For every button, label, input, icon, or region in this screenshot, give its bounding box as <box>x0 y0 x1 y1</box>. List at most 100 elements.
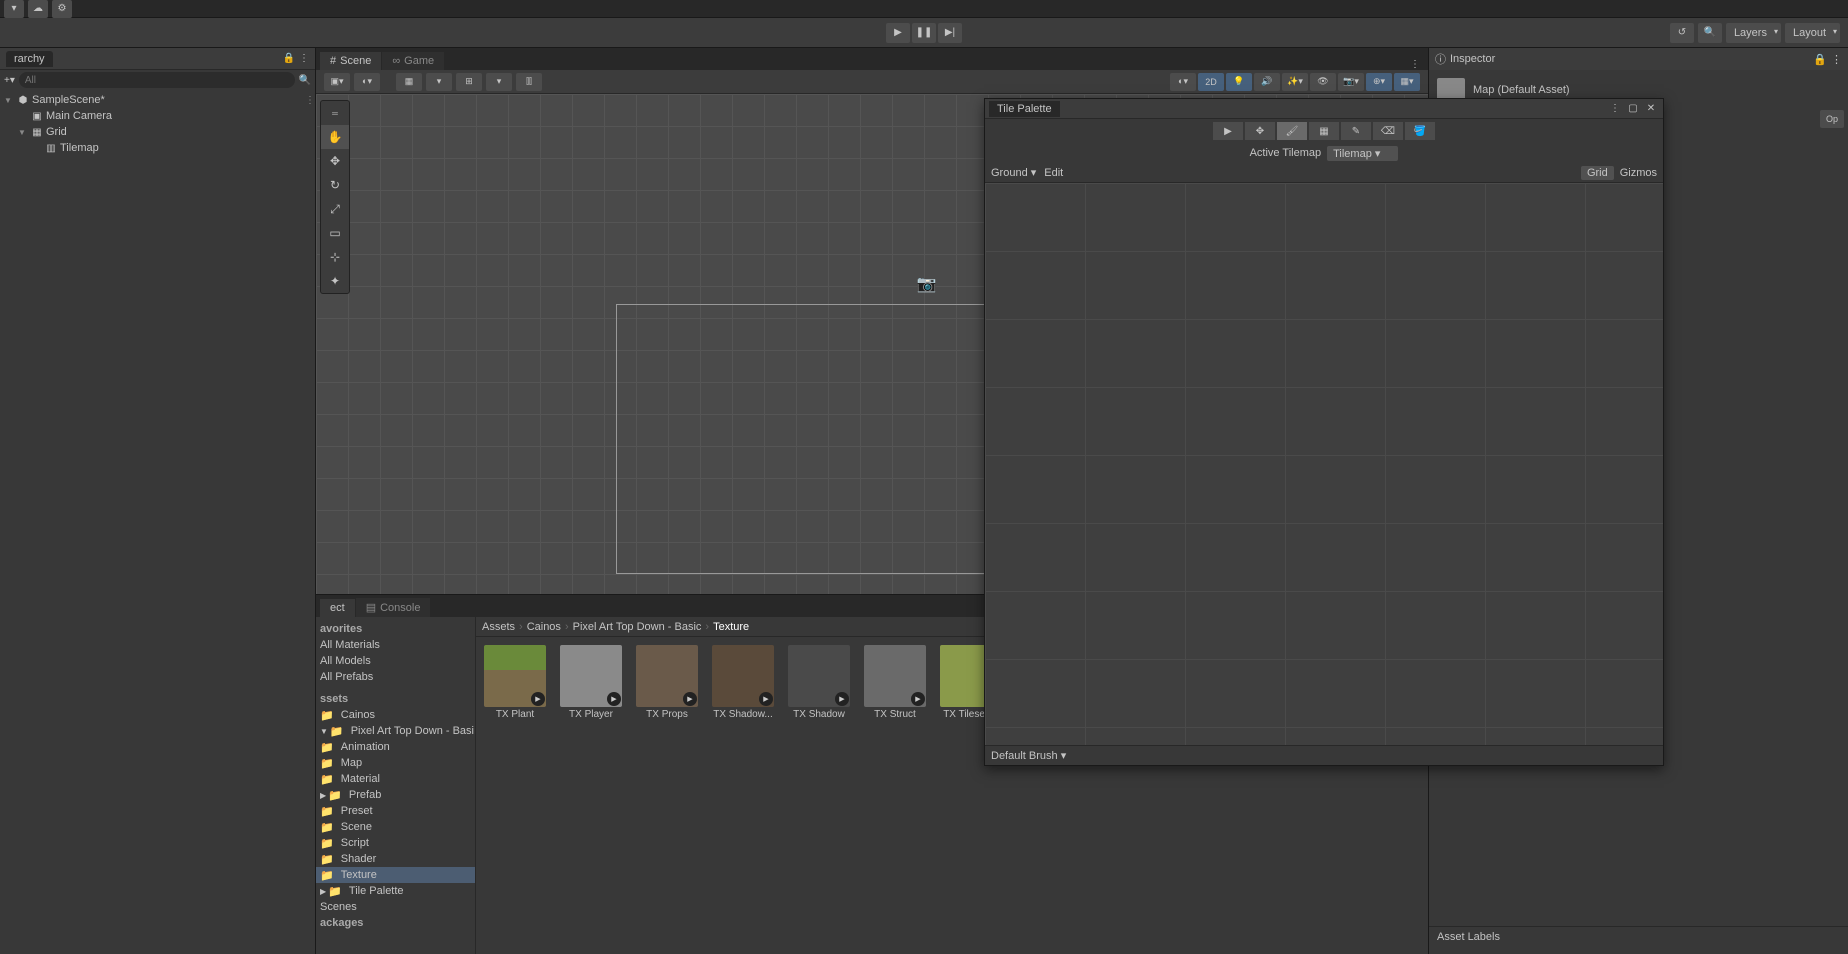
grid-toggle[interactable]: Grid <box>1581 166 1614 180</box>
folder-item[interactable]: 📁 Map <box>316 755 475 771</box>
layers-dropdown[interactable]: Layers <box>1726 23 1781 43</box>
box-tool[interactable]: ▦ <box>1309 122 1339 140</box>
brush-tool[interactable]: 🖌 <box>1277 122 1307 140</box>
packages-header[interactable]: ackages <box>316 915 475 931</box>
move-tool[interactable]: ✥ <box>1245 122 1275 140</box>
overlay-dropdown[interactable]: ▦▾ <box>1394 73 1420 91</box>
folder-item[interactable]: Scenes <box>316 899 475 915</box>
folder-item[interactable]: 📁 Material <box>316 771 475 787</box>
expand-icon[interactable]: ▶ <box>607 692 621 706</box>
camera-gizmo-icon[interactable]: 📷 <box>916 274 936 294</box>
menu-icon[interactable]: ⋮ <box>299 53 309 64</box>
hidden-toggle[interactable]: 👁 <box>1310 73 1336 91</box>
tile-palette-window[interactable]: Tile Palette ⋮ ▢ ✕ ▶ ✥ 🖌 ▦ ✎ ⌫ 🪣 Active … <box>984 98 1664 766</box>
custom-tool[interactable]: ✦ <box>321 269 349 293</box>
hand-tool[interactable]: ✋ <box>321 125 349 149</box>
audio-toggle[interactable]: 🔊 <box>1254 73 1280 91</box>
favorites-header[interactable]: avorites <box>316 621 475 637</box>
tab-game[interactable]: ∞Game <box>382 52 444 70</box>
folder-item[interactable]: 📁 Script <box>316 835 475 851</box>
fav-item[interactable]: All Prefabs <box>316 669 475 685</box>
expand-icon[interactable]: ▶ <box>683 692 697 706</box>
hierarchy-item[interactable]: ▼▦ Grid <box>0 124 315 140</box>
snap-toggle[interactable]: ⊞ <box>456 73 482 91</box>
palette-dropdown[interactable]: Ground ▾ <box>991 166 1036 179</box>
breadcrumb-item[interactable]: Pixel Art Top Down - Basic <box>573 621 702 633</box>
2d-toggle[interactable]: 2D <box>1198 73 1224 91</box>
edit-button[interactable]: Edit <box>1044 167 1063 179</box>
shading-dropdown[interactable]: ◐▾ <box>354 73 380 91</box>
fav-item[interactable]: All Materials <box>316 637 475 653</box>
folder-item[interactable]: 📁 Animation <box>316 739 475 755</box>
grid-dropdown[interactable]: ▾ <box>426 73 452 91</box>
menu-icon[interactable]: ⋮ <box>1406 59 1424 70</box>
view-tool[interactable]: ═ <box>321 101 349 125</box>
layout-dropdown[interactable]: Layout <box>1785 23 1840 43</box>
breadcrumb-item[interactable]: Assets <box>482 621 515 633</box>
folder-item[interactable]: ▶📁 Prefab <box>316 787 475 803</box>
folder-item[interactable]: 📁 Preset <box>316 803 475 819</box>
fx-toggle[interactable]: ✨▾ <box>1282 73 1308 91</box>
folder-item[interactable]: 📁 Shader <box>316 851 475 867</box>
folder-item[interactable]: ▶📁 Tile Palette <box>316 883 475 899</box>
tile-palette-grid[interactable] <box>985 183 1663 745</box>
grid-toggle[interactable]: ▦ <box>396 73 422 91</box>
lock-icon[interactable]: 🔒 <box>1813 53 1827 66</box>
inspector-tab[interactable]: Inspector <box>1450 53 1495 65</box>
step-button[interactable]: ▶| <box>938 23 962 43</box>
hierarchy-item[interactable]: ▥ Tilemap <box>0 140 315 156</box>
expand-icon[interactable]: ▶ <box>911 692 925 706</box>
tab-scene[interactable]: #Scene <box>320 52 381 70</box>
transform-tool[interactable]: ⊹ <box>321 245 349 269</box>
picker-tool[interactable]: ✎ <box>1341 122 1371 140</box>
folder-item[interactable]: 📁 Scene <box>316 819 475 835</box>
hierarchy-item[interactable]: ▣ Main Camera <box>0 108 315 124</box>
open-button[interactable]: Op <box>1820 110 1844 128</box>
search-icon[interactable]: 🔍 <box>299 75 311 86</box>
close-icon[interactable]: ✕ <box>1643 101 1659 117</box>
asset-item[interactable]: ▶TX Player <box>560 645 622 720</box>
asset-item[interactable]: ▶TX Struct <box>864 645 926 720</box>
gizmos-toggle[interactable]: ⊕▾ <box>1366 73 1392 91</box>
select-tool[interactable]: ▶ <box>1213 122 1243 140</box>
tile-palette-titlebar[interactable]: Tile Palette ⋮ ▢ ✕ <box>985 99 1663 119</box>
fill-tool[interactable]: 🪣 <box>1405 122 1435 140</box>
increment-snap[interactable]: ⫿⫿ <box>516 73 542 91</box>
play-button[interactable]: ▶ <box>886 23 910 43</box>
hierarchy-search[interactable] <box>19 72 295 88</box>
folder-item[interactable]: ▼📁 Pixel Art Top Down - Basi <box>316 723 475 739</box>
settings-icon[interactable]: ⚙ <box>52 0 72 18</box>
maximize-icon[interactable]: ▢ <box>1625 101 1641 117</box>
expand-icon[interactable]: ▶ <box>759 692 773 706</box>
move-tool[interactable]: ✥ <box>321 149 349 173</box>
asset-item[interactable]: ▶TX Shadow... <box>712 645 774 720</box>
brush-dropdown[interactable]: Default Brush ▾ <box>991 749 1066 762</box>
search-icon[interactable]: 🔍 <box>1698 23 1722 43</box>
rect-tool[interactable]: ▭ <box>321 221 349 245</box>
asset-item[interactable]: ▶TX Plant <box>484 645 546 720</box>
expand-icon[interactable]: ▶ <box>531 692 545 706</box>
scene-root[interactable]: ▼⬢ SampleScene* ⋮ <box>0 92 315 108</box>
rotate-tool[interactable]: ↻ <box>321 173 349 197</box>
menu-icon[interactable]: ⋮ <box>1831 53 1842 66</box>
snap-dropdown[interactable]: ▾ <box>486 73 512 91</box>
tab-console[interactable]: ▤Console <box>356 598 431 617</box>
asset-item[interactable]: ▶TX Props <box>636 645 698 720</box>
asset-item[interactable]: ▶TX Shadow <box>788 645 850 720</box>
assets-header[interactable]: ssets <box>316 691 475 707</box>
gizmos-toggle[interactable]: Gizmos <box>1620 167 1657 179</box>
active-tilemap-dropdown[interactable]: Tilemap ▾ <box>1327 146 1398 161</box>
breadcrumb-item[interactable]: Cainos <box>527 621 561 633</box>
pivot-dropdown[interactable]: ▣▾ <box>324 73 350 91</box>
cloud-icon[interactable]: ☁ <box>28 0 48 18</box>
tab-project[interactable]: ect <box>320 599 355 617</box>
hierarchy-tab[interactable]: rarchy <box>6 51 53 67</box>
fav-item[interactable]: All Models <box>316 653 475 669</box>
add-icon[interactable]: +▾ <box>4 75 15 86</box>
pause-button[interactable]: ❚❚ <box>912 23 936 43</box>
scale-tool[interactable]: ⤢ <box>321 197 349 221</box>
lighting-toggle[interactable]: 💡 <box>1226 73 1252 91</box>
menu-icon[interactable]: ⋮ <box>1607 101 1623 117</box>
lock-icon[interactable]: 🔒 <box>283 53 295 64</box>
expand-icon[interactable]: ▶ <box>835 692 849 706</box>
